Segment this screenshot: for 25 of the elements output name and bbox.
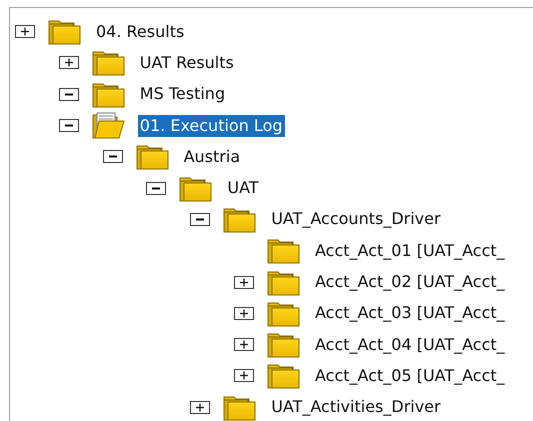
expand-button[interactable]: [234, 338, 254, 352]
tree-item-label[interactable]: UAT: [225, 177, 261, 200]
tree-item-label[interactable]: 04. Results: [94, 20, 186, 43]
tree-item-label[interactable]: UAT Results: [138, 52, 236, 74]
collapse-button[interactable]: [102, 150, 123, 164]
collapse-button[interactable]: [146, 182, 166, 195]
tree-item-label[interactable]: UAT_Accounts_Driver: [269, 208, 443, 230]
collapse-button[interactable]: [58, 119, 79, 132]
collapse-button[interactable]: [190, 212, 210, 226]
tree-item-label[interactable]: Acct_Act_01 [UAT_Acct_: [313, 240, 507, 262]
tree-item-label[interactable]: MS Testing: [138, 83, 228, 106]
expand-button[interactable]: [234, 276, 254, 289]
collapse-button[interactable]: [58, 88, 79, 101]
expand-button[interactable]: [234, 369, 254, 382]
tree-item-label[interactable]: Acct_Act_04 [UAT_Acct_: [313, 334, 507, 356]
tree-item-label[interactable]: Acct_Act_05 [UAT_Acct_: [313, 364, 507, 387]
tree-item-label[interactable]: Acct_Act_02 [UAT_Acct_: [313, 271, 507, 294]
tree-item-label[interactable]: UAT_Activities_Driver: [269, 396, 443, 418]
expand-button[interactable]: [58, 56, 79, 70]
tree-item-label[interactable]: Acct_Act_03 [UAT_Acct_: [313, 302, 507, 324]
tree-item-label[interactable]: 01. Execution Log: [138, 114, 285, 137]
expand-button[interactable]: [190, 400, 210, 414]
expand-button[interactable]: [15, 25, 35, 38]
expand-button[interactable]: [234, 306, 254, 320]
tree-item-label[interactable]: Austria: [182, 146, 242, 168]
